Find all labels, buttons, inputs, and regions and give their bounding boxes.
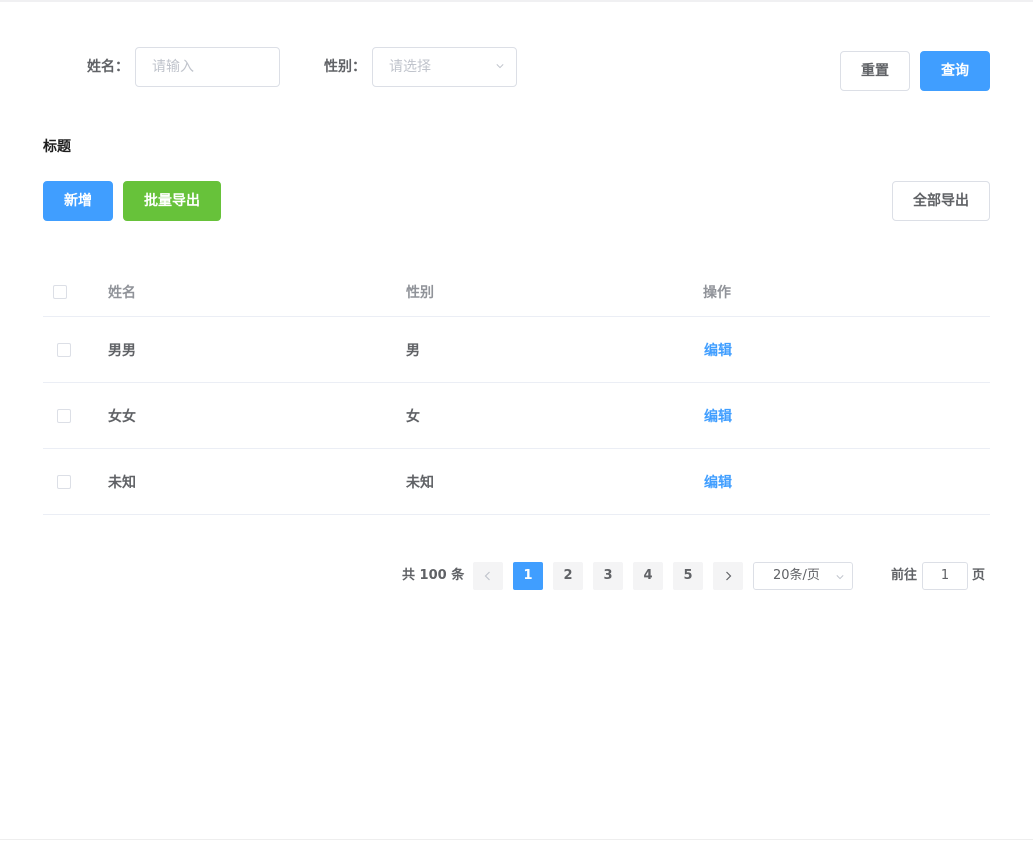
page-size-value: 20条/页 bbox=[773, 568, 820, 583]
row-select-cell bbox=[57, 383, 71, 448]
pagination-prev-button[interactable] bbox=[473, 562, 503, 590]
row-checkbox[interactable] bbox=[57, 408, 71, 423]
gender-select[interactable]: 请选择 bbox=[372, 47, 517, 87]
row-checkbox[interactable] bbox=[57, 474, 71, 489]
goto-page-input[interactable]: 1 bbox=[922, 562, 968, 590]
gender-label: 性别： bbox=[324, 59, 366, 75]
name-input[interactable]: 请输入 bbox=[135, 47, 280, 87]
pagination-total: 共 100 条 bbox=[402, 568, 465, 583]
query-button[interactable]: 查询 bbox=[920, 51, 990, 91]
section-title: 标题 bbox=[43, 139, 71, 155]
pagination-page-5[interactable]: 5 bbox=[673, 562, 703, 590]
column-header-action: 操作 bbox=[703, 284, 731, 301]
gender-select-placeholder: 请选择 bbox=[389, 59, 431, 75]
table-row: 男男 男 编辑 bbox=[43, 317, 990, 383]
edit-link[interactable]: 编辑 bbox=[704, 317, 732, 382]
bottom-divider bbox=[0, 839, 1033, 840]
row-select-cell bbox=[57, 317, 71, 382]
row-name: 女女 bbox=[108, 408, 136, 425]
row-select-cell bbox=[57, 449, 71, 514]
table-header-row: 姓名 性别 操作 bbox=[43, 267, 990, 317]
row-checkbox[interactable] bbox=[57, 342, 71, 357]
chevron-right-icon bbox=[726, 571, 732, 581]
name-label: 姓名： bbox=[87, 59, 129, 75]
row-gender: 未知 bbox=[406, 474, 434, 491]
goto-label: 前往 bbox=[891, 568, 918, 583]
row-name: 男男 bbox=[108, 342, 136, 359]
row-gender: 男 bbox=[406, 342, 420, 359]
pagination-page-1[interactable]: 1 bbox=[513, 562, 543, 590]
table-row: 未知 未知 编辑 bbox=[43, 449, 990, 515]
row-name: 未知 bbox=[108, 474, 136, 491]
select-all-checkbox[interactable] bbox=[53, 284, 67, 299]
row-gender: 女 bbox=[406, 408, 420, 425]
pagination-page-3[interactable]: 3 bbox=[593, 562, 623, 590]
select-all-cell bbox=[53, 267, 67, 316]
column-header-name: 姓名 bbox=[108, 284, 136, 301]
edit-link[interactable]: 编辑 bbox=[704, 383, 732, 448]
page-size-select[interactable]: 20条/页 bbox=[753, 562, 853, 590]
top-divider bbox=[0, 0, 1033, 2]
chevron-down-icon bbox=[496, 64, 504, 69]
pagination-next-button[interactable] bbox=[713, 562, 743, 590]
table-row: 女女 女 编辑 bbox=[43, 383, 990, 449]
column-header-gender: 性别 bbox=[406, 284, 434, 301]
add-button[interactable]: 新增 bbox=[43, 181, 113, 221]
pagination-page-4[interactable]: 4 bbox=[633, 562, 663, 590]
reset-button[interactable]: 重置 bbox=[840, 51, 910, 91]
edit-link[interactable]: 编辑 bbox=[704, 449, 732, 514]
goto-suffix: 页 bbox=[972, 568, 986, 583]
chevron-left-icon bbox=[484, 571, 490, 581]
batch-export-button[interactable]: 批量导出 bbox=[123, 181, 221, 221]
data-table: 姓名 性别 操作 男男 男 编辑 女女 女 编辑 未知 未知 编辑 bbox=[43, 267, 990, 515]
pagination-page-2[interactable]: 2 bbox=[553, 562, 583, 590]
chevron-down-icon bbox=[836, 575, 844, 580]
export-all-button[interactable]: 全部导出 bbox=[892, 181, 990, 221]
